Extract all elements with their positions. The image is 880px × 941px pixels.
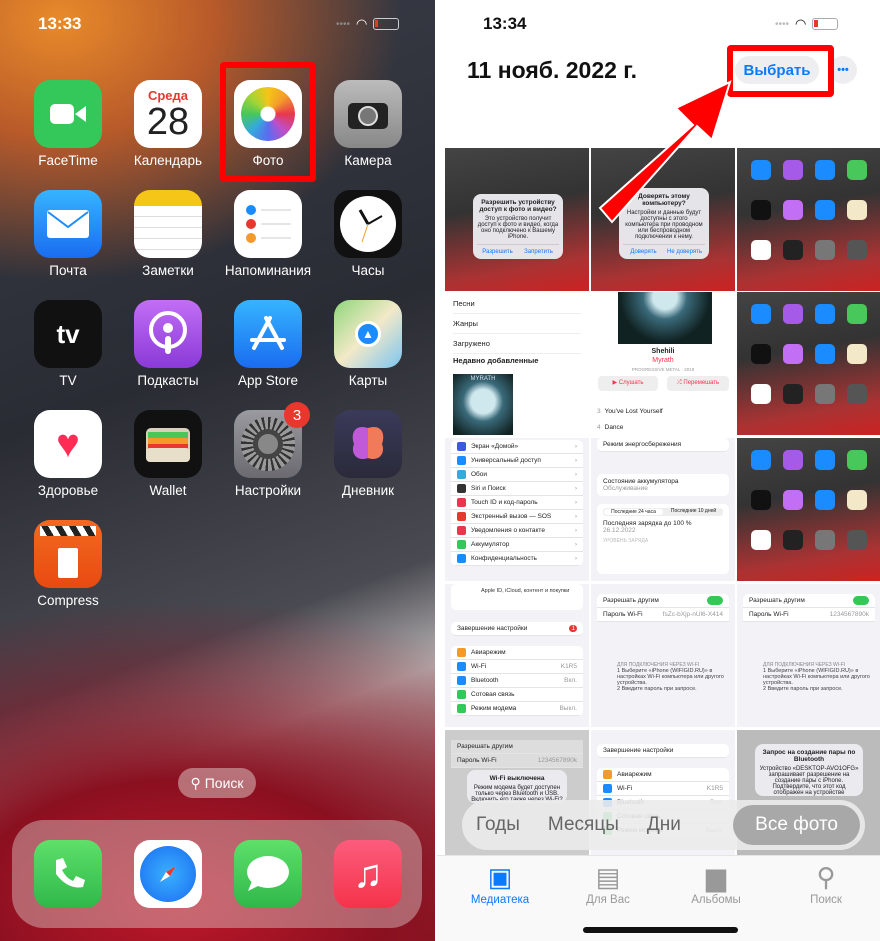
notification-badge: 3 bbox=[284, 402, 310, 428]
red-arrow-annotation bbox=[598, 80, 732, 224]
